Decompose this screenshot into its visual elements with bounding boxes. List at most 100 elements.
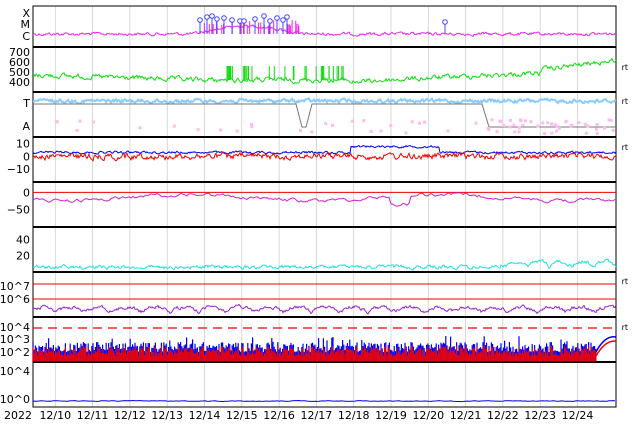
- alpha-point: [55, 120, 59, 124]
- alpha-point: [513, 130, 517, 134]
- flare-marker: [209, 13, 215, 19]
- kp-series-line: [32, 258, 617, 271]
- flare-marker: [229, 17, 235, 23]
- dst-series-line: [32, 192, 616, 207]
- alpha-point: [570, 123, 574, 127]
- alpha-point: [555, 129, 559, 133]
- alpha-point: [486, 126, 490, 130]
- x-tick-label: 12/21: [450, 409, 482, 422]
- proton-tick-label: 10^3: [0, 333, 30, 346]
- bfield-tick-label: 0: [23, 150, 30, 163]
- x-tick-label: 12/17: [301, 409, 333, 422]
- proton-tick-label: 10^0: [0, 393, 30, 406]
- alpha-point: [517, 126, 521, 130]
- flare-marker: [197, 17, 203, 23]
- flare-marker: [267, 18, 273, 24]
- x-tick-label: 12/22: [487, 409, 519, 422]
- alpha-point: [91, 120, 95, 124]
- alpha-point: [362, 119, 366, 123]
- x-tick-label: 12/19: [375, 409, 407, 422]
- alpha-point: [611, 128, 615, 132]
- flare-marker: [442, 19, 448, 25]
- speed-tick-label: 400: [9, 76, 30, 89]
- alpha-point: [324, 122, 328, 126]
- x-tick-label: 12/24: [562, 409, 594, 422]
- alpha-point: [577, 121, 581, 125]
- alpha-point: [523, 119, 527, 123]
- alpha-point: [521, 123, 525, 127]
- alpha-point: [310, 130, 314, 134]
- density-series-line: [33, 303, 617, 315]
- flare-marker: [284, 14, 290, 20]
- x-tick-label: 12/11: [77, 409, 109, 422]
- alpha-point: [564, 119, 568, 123]
- x-tick-label: 12/16: [263, 409, 295, 422]
- flare-series-line: [32, 24, 617, 38]
- alpha-point: [508, 125, 512, 129]
- dst-tick-label: 0: [23, 186, 30, 199]
- alpha-point: [331, 123, 335, 127]
- alpha-point: [609, 119, 613, 123]
- speed-series-line: [32, 57, 617, 85]
- alpha-point: [196, 128, 200, 132]
- alpha-point: [495, 130, 499, 134]
- alpha-point: [474, 121, 478, 125]
- flare-marker: [261, 13, 267, 19]
- x-tick-label: 12/15: [226, 409, 258, 422]
- alpha-point: [172, 124, 176, 128]
- alpha-point: [586, 124, 590, 128]
- alpha-point: [519, 119, 523, 123]
- ta-rt-marker: rt: [622, 97, 628, 106]
- alpha-point: [546, 121, 550, 125]
- lower-series-line: [32, 399, 616, 403]
- density-tick-label: 10^6: [0, 293, 30, 306]
- electron-rise: [595, 340, 617, 357]
- alpha-point: [490, 118, 494, 122]
- alpha-point: [138, 126, 142, 130]
- alpha-point: [379, 129, 383, 133]
- alpha-point: [603, 126, 607, 130]
- alpha-point: [410, 120, 414, 124]
- flare-marker: [204, 14, 210, 20]
- alpha-point: [512, 123, 516, 127]
- flare-marker: [221, 15, 227, 21]
- alpha-point: [299, 129, 303, 133]
- x-tick-label: 12/20: [412, 409, 444, 422]
- alpha-point: [543, 131, 547, 135]
- alpha-point: [541, 121, 545, 125]
- bfield-tick-label: 10: [16, 137, 30, 150]
- density-rt-marker: rt: [622, 277, 628, 286]
- kp-tick-label: 20: [16, 250, 30, 263]
- alpha-point: [502, 124, 506, 128]
- x-tick-label: 12/18: [338, 409, 370, 422]
- kp-tick-label: 40: [16, 233, 30, 246]
- alpha-point: [219, 128, 223, 132]
- flare-class-label: C: [22, 30, 30, 43]
- alpha-point: [446, 129, 450, 133]
- alpha-point: [369, 129, 373, 133]
- bt-series-line: [32, 144, 617, 155]
- ta-tick-label: T: [22, 97, 30, 110]
- x-tick-label: 12/10: [39, 409, 71, 422]
- density-tick-label: 10^7: [0, 280, 30, 293]
- space-weather-chart: XMC700600500400rtTArt100−10rt0−50402010^…: [0, 5, 628, 422]
- proton-tick-label: 10^2: [0, 346, 30, 359]
- alpha-point: [550, 131, 554, 135]
- x-tick-label: 12/23: [524, 409, 556, 422]
- x-tick-label: 12/13: [151, 409, 183, 422]
- flare-marker: [274, 15, 280, 21]
- alpha-point: [389, 124, 393, 128]
- x-tick-label: 12/14: [189, 409, 221, 422]
- speed-rt-marker: rt: [622, 63, 628, 72]
- alpha-point: [550, 122, 554, 126]
- alpha-point: [517, 130, 521, 134]
- alpha-point: [250, 122, 254, 126]
- alpha-point: [536, 124, 540, 128]
- alpha-point: [75, 128, 79, 132]
- bfield-tick-label: −10: [7, 163, 30, 176]
- x-tick-label: 12/12: [114, 409, 146, 422]
- temperature-series-line: [32, 97, 617, 106]
- alpha-point: [499, 119, 503, 123]
- alpha-point: [404, 131, 408, 135]
- alpha-point: [595, 131, 599, 135]
